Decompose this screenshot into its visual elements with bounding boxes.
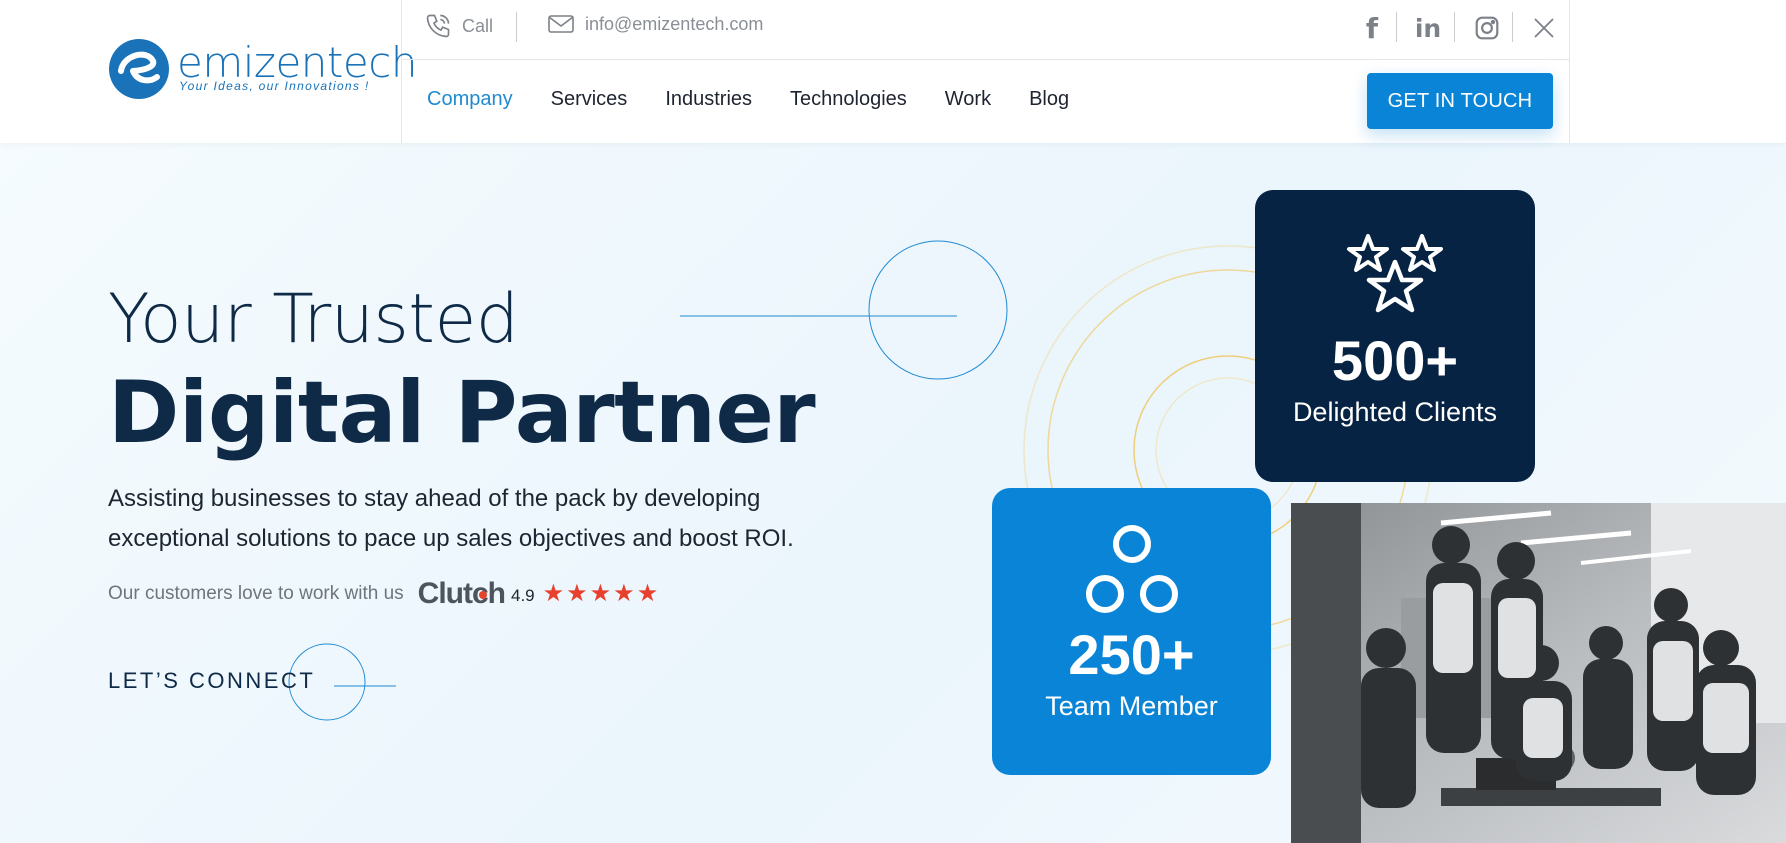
x-twitter-link[interactable] — [1528, 12, 1560, 44]
clients-caption: Delighted Clients — [1292, 397, 1498, 427]
star-icon: ★ — [636, 580, 659, 607]
team-number: 250+ — [1068, 623, 1195, 686]
nav-item-services[interactable]: Services — [551, 88, 628, 111]
call-link[interactable]: Call — [424, 12, 493, 40]
site-header: emizentech Your Ideas, our Innovations !… — [0, 0, 1786, 143]
divider — [1454, 12, 1455, 42]
linkedin-icon: in — [1414, 13, 1442, 43]
divider — [516, 12, 517, 42]
email-address: info@emizentech.com — [585, 13, 764, 34]
logo-tagline: Your Ideas, our Innovations ! — [179, 79, 370, 93]
header-divider — [1569, 0, 1570, 143]
phone-icon — [426, 14, 450, 38]
logo[interactable]: emizentech Your Ideas, our Innovations ! — [0, 0, 417, 143]
x-twitter-icon — [1534, 18, 1554, 38]
linkedin-link[interactable]: in — [1412, 12, 1444, 44]
clutch-score: 4.9 — [510, 586, 535, 605]
hero-section: Your Trusted Digital Partner Assisting b… — [0, 143, 1786, 843]
instagram-link[interactable] — [1471, 12, 1503, 44]
team-photo-image — [1291, 503, 1786, 843]
facebook-link[interactable]: f — [1356, 11, 1388, 45]
star-icon: ★ — [613, 580, 635, 607]
call-label: Call — [462, 15, 494, 36]
clients-number: 500+ — [1331, 329, 1459, 392]
instagram-icon — [1475, 16, 1499, 40]
facebook-icon: f — [1365, 11, 1379, 45]
lets-connect-link[interactable]: LET’S CONNECT — [108, 668, 315, 694]
nav-item-technologies[interactable]: Technologies — [790, 88, 907, 111]
team-photo — [1291, 503, 1786, 843]
logo-mark-icon — [109, 39, 169, 99]
stat-card-clients: 500+ Delighted Clients — [1255, 190, 1535, 482]
clutch-logo[interactable]: Clutch — [417, 577, 506, 611]
nav-item-blog[interactable]: Blog — [1029, 88, 1069, 111]
hero-subtext: Assisting businesses to stay ahead of th… — [108, 485, 794, 552]
star-icon: ★ — [566, 580, 588, 607]
hero-title-line1: Your Trusted — [108, 280, 519, 359]
main-nav: Company Services Industries Technologies… — [427, 88, 1107, 111]
email-link[interactable]: info@emizentech.com — [547, 12, 763, 36]
stars-icon — [1347, 234, 1443, 313]
get-in-touch-button[interactable]: GET IN TOUCH — [1367, 73, 1553, 129]
clutch-rating: Our customers love to work with us Clutc… — [108, 577, 658, 611]
stat-card-team: 250+ Team Member — [992, 488, 1271, 775]
star-icon: ★ — [589, 580, 612, 607]
nav-item-work[interactable]: Work — [945, 88, 991, 111]
clutch-logo-text: Clutch — [417, 577, 506, 610]
nav-item-industries[interactable]: Industries — [665, 88, 752, 111]
nav-item-company[interactable]: Company — [427, 88, 513, 111]
team-circles-icon — [1085, 525, 1178, 613]
clutch-label: Our customers love to work with us — [108, 583, 404, 604]
team-caption: Team Member — [1045, 691, 1218, 721]
mail-icon — [548, 15, 574, 33]
divider — [1396, 12, 1397, 42]
rating-stars: ★ ★ ★ ★ ★ — [543, 582, 659, 606]
hero-title-line2: Digital Partner — [108, 363, 816, 463]
clutch-dot-icon — [478, 591, 487, 599]
star-icon: ★ — [542, 580, 565, 607]
divider — [1512, 12, 1513, 42]
